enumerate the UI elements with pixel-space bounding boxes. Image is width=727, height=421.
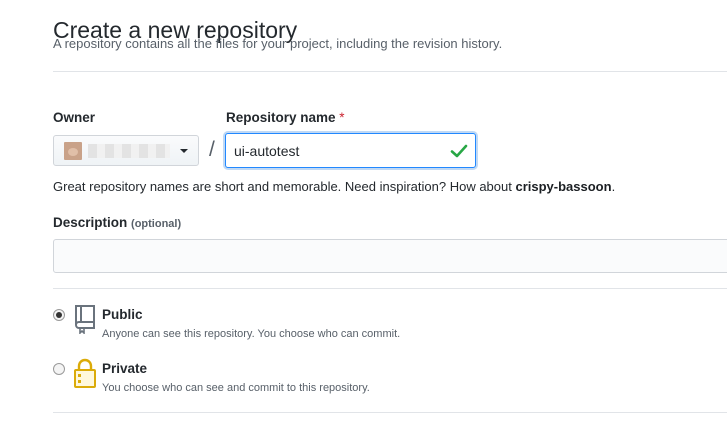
repo-name-label-text: Repository name [226,110,336,125]
private-title[interactable]: Private [102,361,147,376]
private-radio[interactable] [53,363,65,375]
owner-select[interactable] [53,135,199,166]
repo-name-input[interactable] [225,133,476,168]
description-label-text: Description [53,215,128,230]
divider [53,288,727,289]
owner-repo-separator: / [209,138,215,161]
hint-text: Great repository names are short and mem… [53,179,516,194]
optional-tag: (optional) [131,218,182,230]
description-input[interactable] [53,239,727,273]
public-title[interactable]: Public [102,307,143,322]
public-radio[interactable] [53,309,65,321]
required-marker: * [339,110,345,125]
caret-down-icon [180,149,188,153]
divider [53,71,727,72]
avatar [64,142,82,160]
divider [53,412,727,413]
page-subtitle: A repository contains all the files for … [53,36,503,51]
owner-label: Owner [53,110,96,125]
public-description: Anyone can see this repository. You choo… [102,328,401,340]
name-suggestion-link[interactable]: crispy-bassoon [515,179,611,194]
owner-name [88,144,170,158]
hint-suffix: . [611,179,616,194]
repo-name-hint: Great repository names are short and mem… [53,179,615,194]
description-label: Description (optional) [53,215,181,230]
repo-icon [75,305,95,334]
private-description: You choose who can see and commit to thi… [102,382,370,394]
check-icon [450,144,468,158]
repo-name-label: Repository name * [226,110,345,125]
lock-icon [74,358,96,388]
